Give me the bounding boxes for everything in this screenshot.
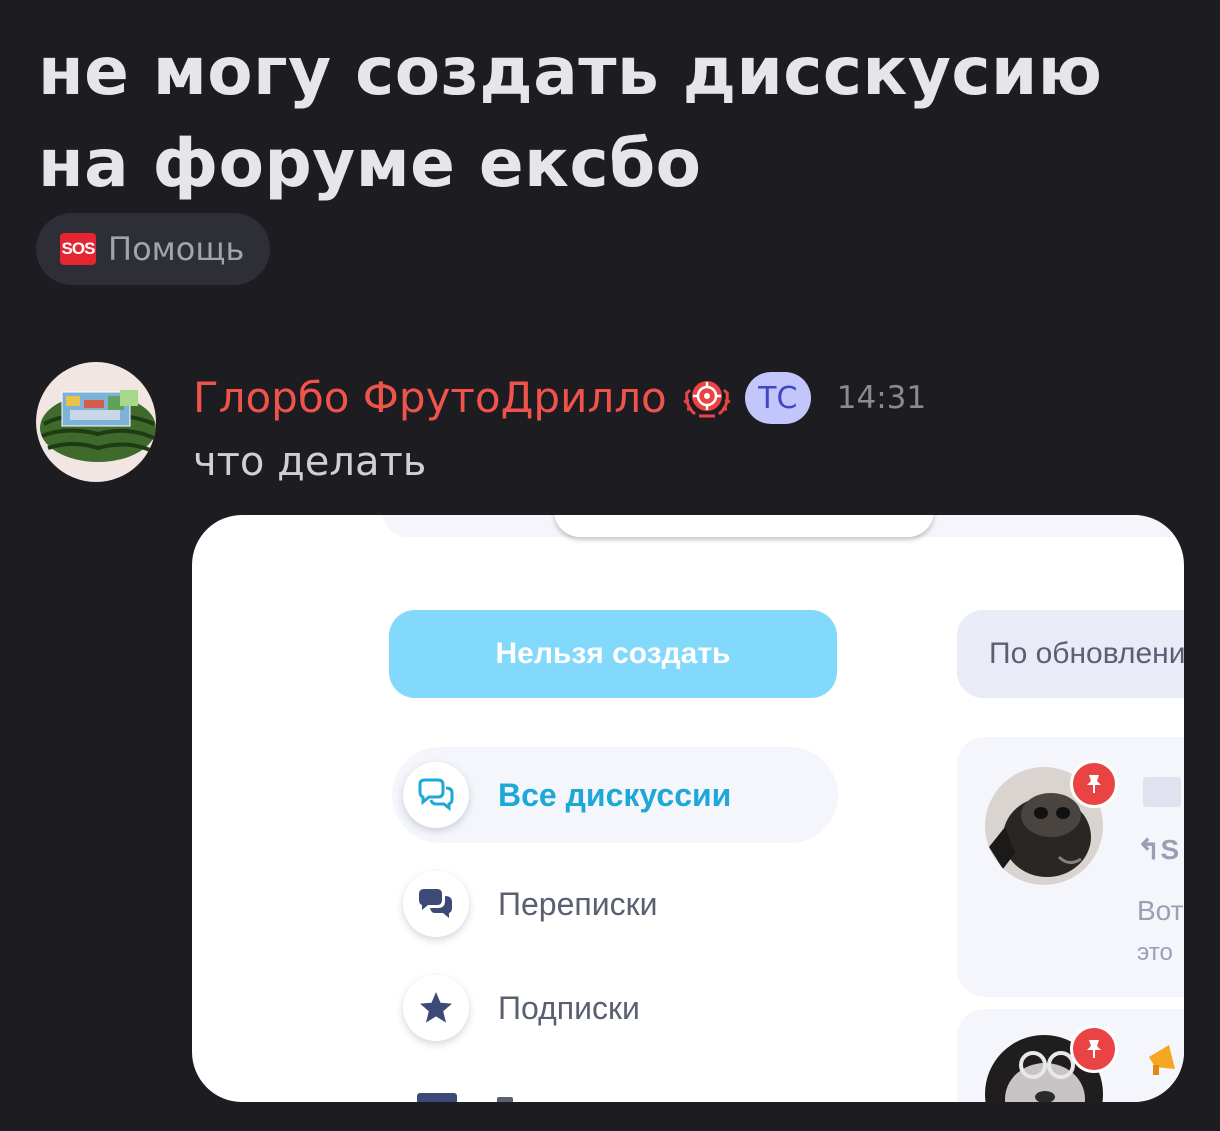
pin-icon <box>1070 1025 1118 1073</box>
comment-text: что делать <box>193 439 427 485</box>
megaphone-icon <box>1149 1045 1175 1075</box>
topic-starter-badge: ТС <box>744 372 811 424</box>
comment-header: Глорбо ФрутоДрилло ТС 14:31 <box>193 368 926 428</box>
star-icon <box>403 975 469 1041</box>
category-tag-label: Помощь <box>108 230 245 268</box>
comment-timestamp: 14:31 <box>836 380 927 416</box>
post-title: не могу создать дисскусию на форуме ексб… <box>38 33 1103 202</box>
screenshot-top-pill <box>554 515 934 537</box>
nav-label-fragment <box>497 1097 513 1102</box>
nav-subscriptions: Подписки <box>392 960 640 1056</box>
card-preview-line: Вот <box>1137 895 1184 926</box>
sos-icon: SOS <box>60 233 96 265</box>
grid-icon <box>417 1093 457 1102</box>
nav-all-discussions: Все дискуссии <box>392 747 838 843</box>
sort-button: По обновлени <box>957 610 1184 698</box>
nav-label: Подписки <box>498 989 640 1026</box>
discussion-card: ↰S Вот это <box>957 737 1184 997</box>
reply-preview: ↰S <box>1137 834 1180 865</box>
nav-label: Переписки <box>498 885 658 922</box>
create-discussion-button: Нельзя создать <box>389 610 837 698</box>
attached-screenshot[interactable]: Нельзя создать По обновлени Все дискусси… <box>192 515 1184 1102</box>
moderator-emblem-icon <box>683 381 731 418</box>
category-tag[interactable]: SOS Помощь <box>36 213 270 285</box>
nav-label: Все дискуссии <box>498 776 732 813</box>
pin-icon <box>1070 760 1118 808</box>
chat-bubbles-icon <box>403 762 469 828</box>
nav-conversations: Переписки <box>392 856 657 952</box>
author-avatar[interactable] <box>36 362 156 482</box>
chat-filled-icon <box>403 871 469 937</box>
news-icon <box>1143 777 1181 807</box>
discussion-card <box>957 1009 1184 1102</box>
card-preview-line: это <box>1137 939 1173 966</box>
author-name[interactable]: Глорбо ФрутоДрилло <box>193 368 667 428</box>
reply-icon: ↰ <box>1137 834 1161 865</box>
watermelon-avatar-image <box>36 362 156 482</box>
